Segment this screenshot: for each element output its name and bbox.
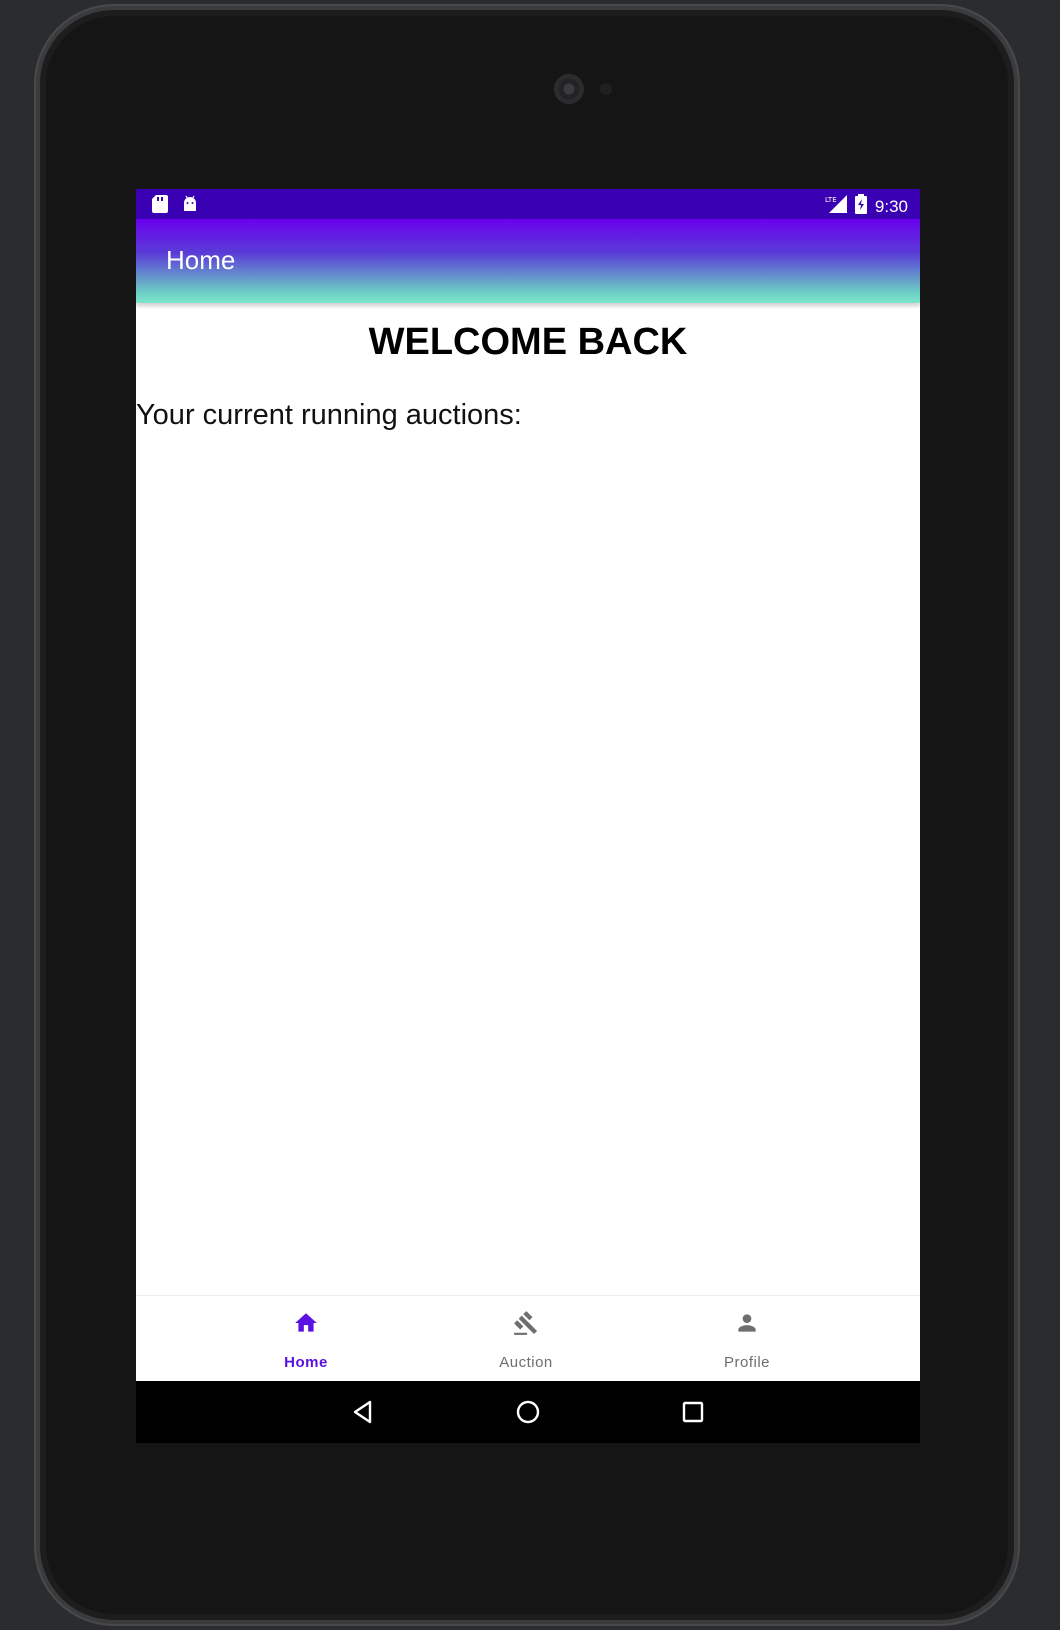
- home-circle-icon[interactable]: [513, 1397, 543, 1427]
- bottom-navigation: Home Auction Profile: [136, 1295, 920, 1382]
- signal-icon: LTE: [825, 195, 847, 218]
- svg-text:LTE: LTE: [825, 196, 837, 204]
- screen: LTE 9:30 Home WELCOME BACK Your current …: [136, 189, 920, 1443]
- status-time: 9:30: [874, 196, 908, 216]
- light-sensor: [600, 83, 612, 95]
- nav-label-profile: Profile: [723, 1354, 771, 1371]
- gavel-icon: [514, 1311, 538, 1335]
- app-bar-title: Home: [166, 245, 236, 275]
- app-bar: Home: [136, 219, 920, 303]
- person-icon: [738, 1314, 756, 1332]
- battery-icon: [854, 194, 867, 219]
- running-auctions-label: Your current running auctions:: [136, 399, 522, 431]
- nav-label-home: Home: [284, 1354, 328, 1371]
- android-icon: [182, 195, 198, 218]
- back-icon[interactable]: [348, 1397, 378, 1427]
- home-icon: [295, 1313, 317, 1332]
- nav-item-profile[interactable]: Profile: [677, 1296, 817, 1382]
- system-navigation-bar: [136, 1381, 920, 1443]
- recents-icon[interactable]: [678, 1397, 708, 1427]
- sd-card-icon: [152, 195, 168, 218]
- welcome-heading: WELCOME BACK: [368, 321, 688, 363]
- nav-item-home[interactable]: Home: [236, 1296, 376, 1382]
- status-bar: LTE 9:30: [136, 189, 920, 219]
- nav-item-auction[interactable]: Auction: [456, 1296, 596, 1382]
- nav-label-auction: Auction: [499, 1354, 553, 1371]
- front-camera: [554, 74, 584, 104]
